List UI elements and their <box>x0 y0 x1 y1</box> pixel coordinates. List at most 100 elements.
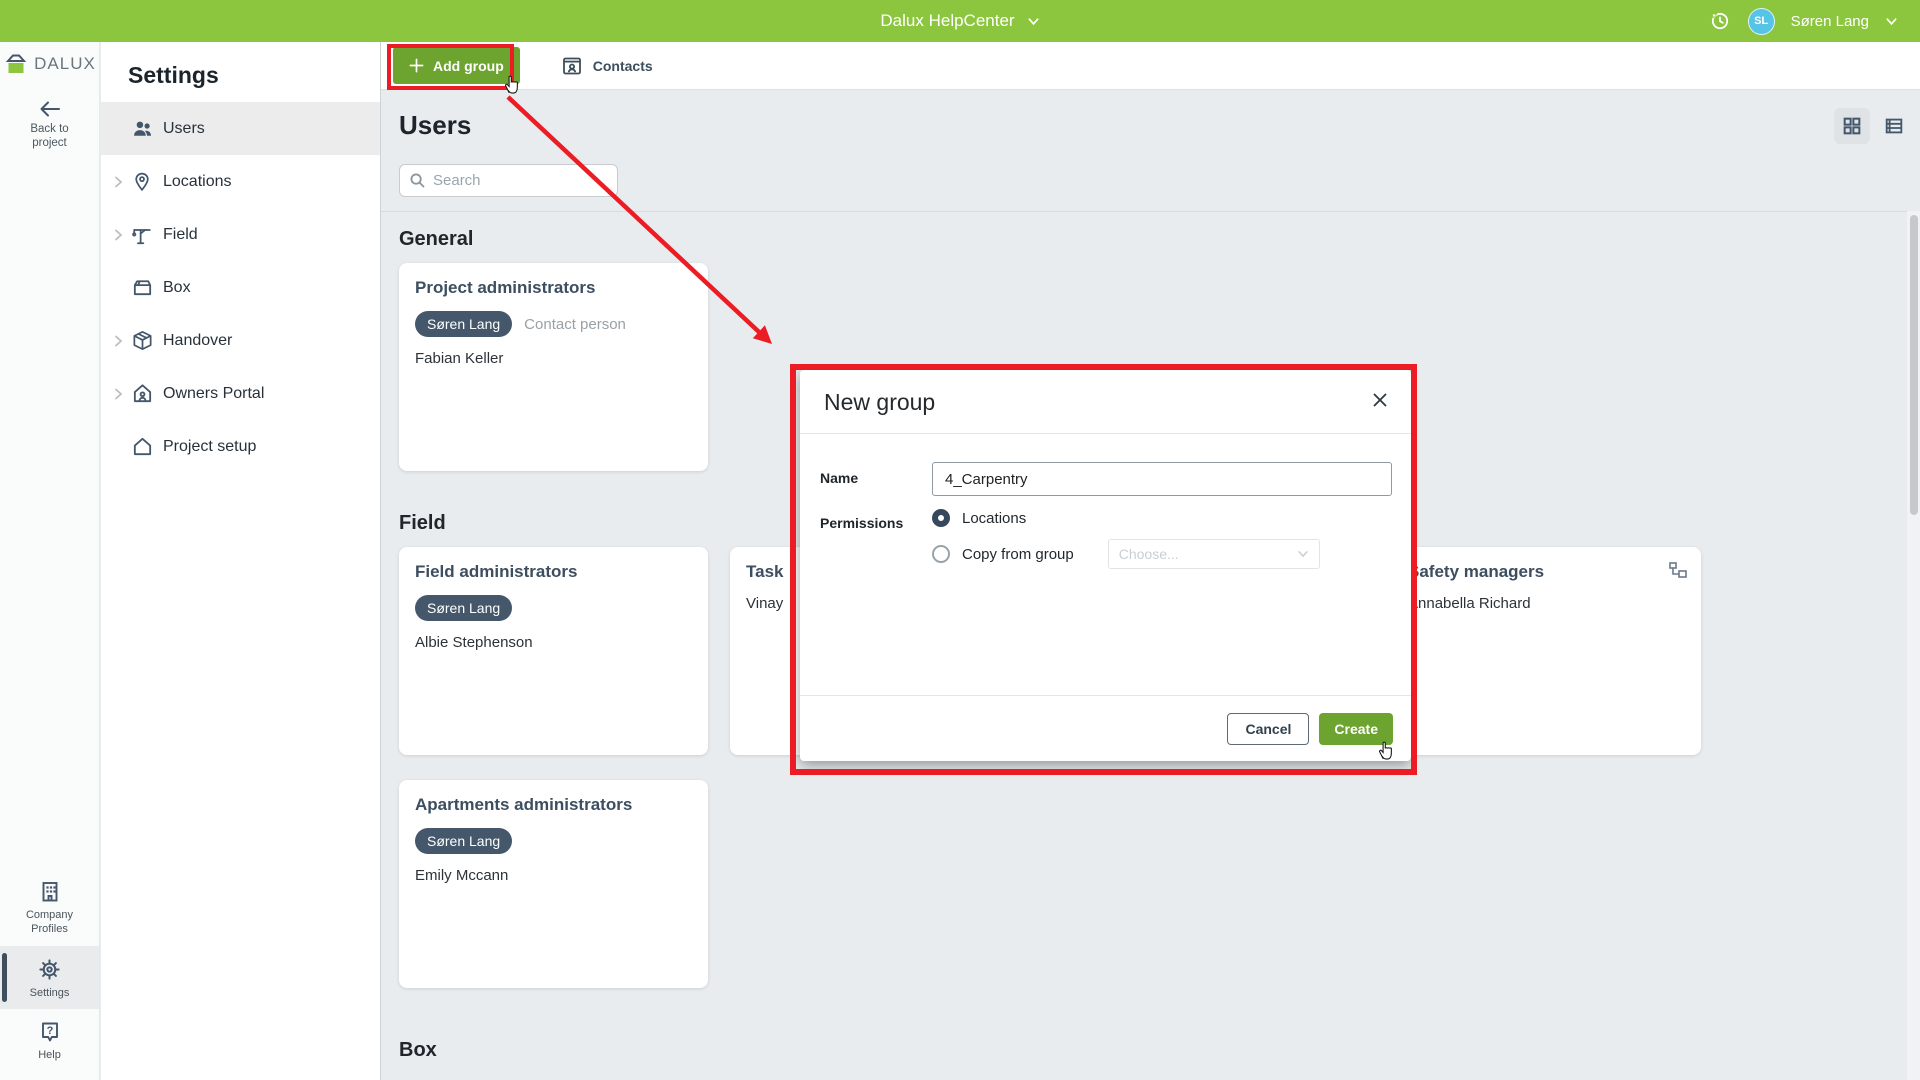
create-button[interactable]: Create <box>1319 713 1393 745</box>
nav-item-label: Box <box>163 279 191 297</box>
building-icon <box>37 879 63 905</box>
field-cards-row2: Apartments administrators Søren Lang Emi… <box>399 780 1920 988</box>
grid-view-icon <box>1841 115 1863 137</box>
radio-label: Locations <box>962 510 1026 527</box>
gear-icon <box>36 956 63 983</box>
radio-option-copy-from-group[interactable]: Copy from group Choose... <box>932 543 1392 565</box>
crane-icon <box>131 224 163 246</box>
select-placeholder: Choose... <box>1119 546 1179 562</box>
chevron-right-icon[interactable] <box>113 387 131 401</box>
toolbar: Add group Contacts <box>381 42 1920 90</box>
group-card-project-administrators[interactable]: Project administrators Søren Lang Contac… <box>399 263 708 471</box>
section-heading-box: Box <box>399 1039 1920 1062</box>
rail-item-company-profiles[interactable]: Company Profiles <box>0 869 99 946</box>
nav-item-label: Handover <box>163 332 232 350</box>
nav-item-label: Field <box>163 226 198 244</box>
back-to-project-button[interactable]: Back to project <box>18 98 82 151</box>
member-name: Annabella Richard <box>1408 595 1685 612</box>
member-badge: Søren Lang <box>415 311 512 337</box>
group-card-apartments-administrators[interactable]: Apartments administrators Søren Lang Emi… <box>399 780 708 988</box>
contacts-button[interactable]: Contacts <box>554 53 659 79</box>
topbar-title-label: Dalux HelpCenter <box>880 11 1014 31</box>
name-label: Name <box>820 462 932 496</box>
rail-item-settings[interactable]: Settings <box>0 946 99 1010</box>
help-icon: ? <box>37 1019 63 1045</box>
radio-selected-icon[interactable] <box>932 509 950 527</box>
rail-item-help[interactable]: ? Help <box>0 1009 99 1072</box>
group-name-input[interactable] <box>932 462 1392 496</box>
searchbox <box>399 164 618 197</box>
org-chart-icon[interactable] <box>1669 562 1687 583</box>
svg-text:?: ? <box>46 1025 53 1037</box>
scrollbar-track[interactable] <box>1907 211 1920 1080</box>
radio-option-locations[interactable]: Locations <box>932 507 1392 529</box>
nav-item-label: Project setup <box>163 438 256 456</box>
project-switcher[interactable]: Dalux HelpCenter <box>0 0 1920 42</box>
card-title: Safety managers <box>1408 562 1685 582</box>
nav-item-handover[interactable]: Handover <box>101 314 380 367</box>
back-to-project-label: Back to project <box>18 122 82 151</box>
avatar[interactable]: SL <box>1748 8 1775 35</box>
owners-house-icon <box>131 382 163 405</box>
nav-item-field[interactable]: Field <box>101 208 380 261</box>
dialog-footer: Cancel Create <box>800 695 1411 761</box>
member-badge: Søren Lang <box>415 828 512 854</box>
list-view-button[interactable] <box>1876 108 1912 144</box>
chevron-down-icon <box>1297 548 1309 560</box>
user-menu-chevron-icon[interactable] <box>1885 15 1898 28</box>
left-rail: DALUX Back to project Company Profiles <box>0 42 100 1080</box>
member-name: Albie Stephenson <box>415 634 692 651</box>
dialog-title: New group <box>824 389 935 415</box>
nav-item-box[interactable]: Box <box>101 261 380 314</box>
dalux-house-icon <box>3 52 29 76</box>
chevron-right-icon[interactable] <box>113 334 131 348</box>
group-card-field-administrators[interactable]: Field administrators Søren Lang Albie St… <box>399 547 708 755</box>
radio-label: Copy from group <box>962 546 1074 563</box>
annotation-box-modal: New group Name Permissions <box>790 364 1417 775</box>
dalux-logo[interactable]: DALUX <box>3 52 96 76</box>
nav-item-locations[interactable]: Locations <box>101 155 380 208</box>
arrow-left-icon <box>37 98 63 120</box>
rail-bottom: Company Profiles Settings ? Help <box>0 869 99 1080</box>
rail-item-label: Company Profiles <box>14 909 86 937</box>
permissions-label: Permissions <box>820 507 932 579</box>
nav-item-owners-portal[interactable]: Owners Portal <box>101 367 380 420</box>
cancel-button[interactable]: Cancel <box>1227 713 1309 745</box>
badge-note: Contact person <box>524 316 626 333</box>
page-title: Users <box>399 110 1920 141</box>
nav-item-users[interactable]: Users <box>101 102 380 155</box>
member-badge: Søren Lang <box>415 595 512 621</box>
chevron-down-icon <box>1027 15 1040 28</box>
rail-item-label: Help <box>14 1049 86 1063</box>
radio-unselected-icon[interactable] <box>932 545 950 563</box>
scrollbar-thumb[interactable] <box>1910 215 1918 515</box>
contact-card-icon <box>560 54 584 78</box>
logo-text: DALUX <box>34 54 96 74</box>
new-group-dialog: New group Name Permissions <box>800 370 1411 761</box>
history-icon[interactable] <box>1708 9 1732 33</box>
topbar-right: SL Søren Lang <box>1708 0 1898 42</box>
contacts-label: Contacts <box>593 58 653 74</box>
list-view-icon <box>1883 115 1905 137</box>
view-toggles <box>1834 108 1912 144</box>
card-title: Apartments administrators <box>415 795 692 815</box>
nav-item-project-setup[interactable]: Project setup <box>101 420 380 473</box>
search-input[interactable] <box>399 164 618 197</box>
annotation-box-add-group <box>387 44 514 90</box>
nav-item-label: Users <box>163 120 205 138</box>
section-heading-general: General <box>399 228 1920 251</box>
chevron-right-icon[interactable] <box>113 175 131 189</box>
dialog-body: Name Permissions Locations Co <box>800 434 1411 695</box>
box-icon <box>131 276 163 299</box>
chevron-right-icon[interactable] <box>113 228 131 242</box>
close-button[interactable] <box>1371 391 1389 409</box>
grid-view-button[interactable] <box>1834 108 1870 144</box>
copy-group-select[interactable]: Choose... <box>1108 539 1320 569</box>
nav-item-label: Locations <box>163 173 232 191</box>
card-title: Project administrators <box>415 278 692 298</box>
group-card-safety-managers[interactable]: Safety managers Annabella Richard <box>1392 547 1701 755</box>
settings-nav: Settings Users Locations <box>101 42 381 1080</box>
users-icon <box>131 117 163 140</box>
topbar: Dalux HelpCenter SL Søren Lang <box>0 0 1920 42</box>
package-icon <box>131 329 163 352</box>
